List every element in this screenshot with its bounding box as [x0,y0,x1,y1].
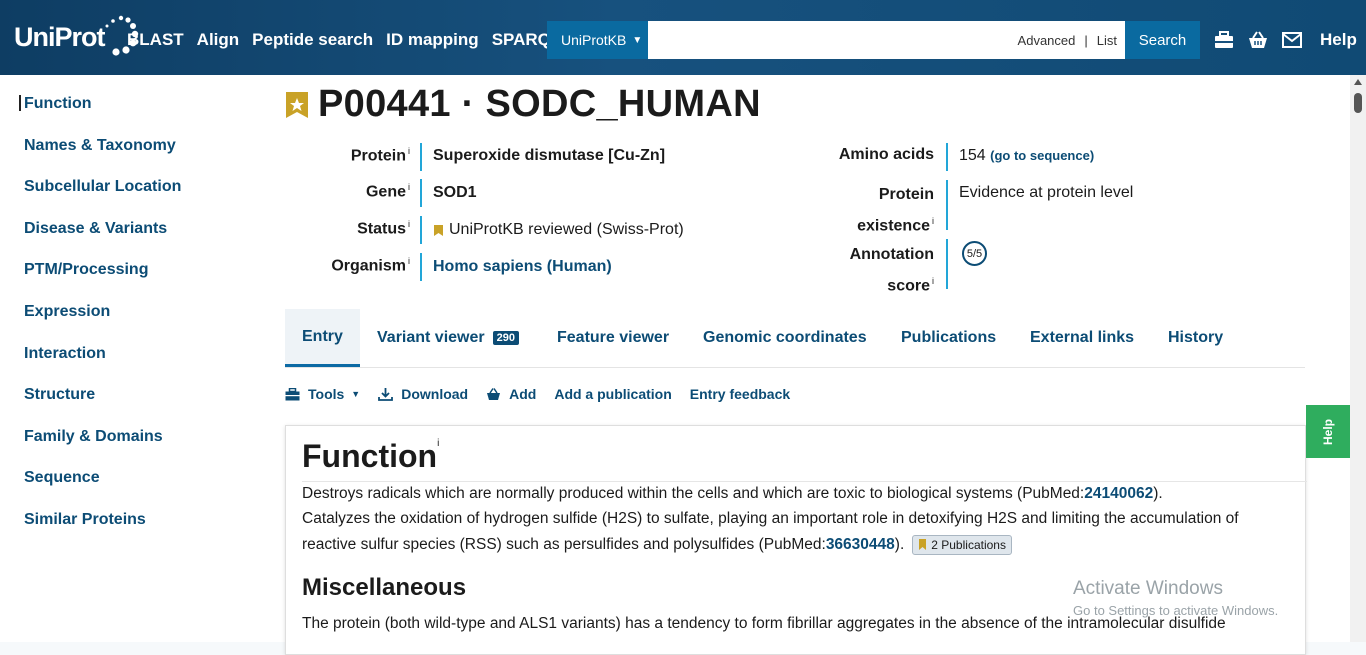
reviewed-icon [434,224,443,236]
search-input-wrapper: Advanced | List [648,21,1125,59]
gene-value: SOD1 [433,184,477,201]
nav-id-mapping[interactable]: ID mapping [386,30,479,50]
protein-existence-value: Evidence at protein level [959,184,1134,201]
status-text: UniProtKB reviewed (Swiss-Prot) [449,221,684,238]
tab-history[interactable]: History [1168,309,1223,367]
organism-label: Organism i [331,256,410,275]
page-title: P00441 · SODC_HUMAN [318,83,761,125]
pubmed-link[interactable]: 36630448 [826,536,895,553]
variant-count-badge: 290 [492,331,519,345]
search-input[interactable] [648,21,1018,59]
miscellaneous-heading: Miscellaneous [302,574,467,601]
sidebar-item-family-domains[interactable]: Family & Domains [24,428,163,446]
sidebar-item-function[interactable]: Function [24,95,92,113]
activate-windows-watermark: Activate Windows Go to Settings to activ… [1073,578,1278,618]
gene-label: Gene i [365,182,410,201]
protein-label: Protein i [350,146,410,165]
function-paragraph-2: Catalyzes the oxidation of hydrogen sulf… [302,510,1239,555]
status-value: UniProtKB reviewed (Swiss-Prot) [433,221,684,239]
header-icons: Help [1214,30,1357,50]
uniprot-logo[interactable]: UniProt [14,14,139,60]
main-nav: BLAST Align Peptide search ID mapping SP… [127,30,574,50]
caret-down-icon: ▼ [351,389,361,399]
pubmed-link[interactable]: 24140062 [1084,485,1153,502]
help-side-tab[interactable]: Help [1306,405,1351,458]
sidebar-item-ptm-processing[interactable]: PTM/Processing [24,261,148,279]
status-label: Status i [357,219,410,238]
info-divider [420,253,422,281]
annotation-score-label: Annotation score i [849,246,934,295]
info-divider [420,216,422,244]
logo-text: UniProt [14,21,105,52]
entry-tabs: Entry Variant viewer 290 Feature viewer … [285,309,1305,368]
nav-align[interactable]: Align [197,30,240,50]
toolbox-icon[interactable] [1214,31,1234,49]
tab-external-links[interactable]: External links [1030,309,1134,367]
list-link[interactable]: List [1097,33,1117,48]
info-divider [946,143,948,171]
protein-value: Superoxide dismutase [Cu-Zn] [433,147,666,164]
sidebar-item-expression[interactable]: Expression [24,303,110,321]
tab-feature-viewer[interactable]: Feature viewer [557,309,669,367]
tab-variant-viewer[interactable]: Variant viewer 290 [377,309,519,367]
tab-variant-label: Variant viewer [377,329,485,346]
nav-blast[interactable]: BLAST [127,30,184,50]
nav-peptide-search[interactable]: Peptide search [252,30,373,50]
help-link[interactable]: Help [1320,30,1357,50]
watermark-line-1: Activate Windows [1073,578,1223,599]
top-header: UniProt BLAST Align Peptide search ID ma… [0,0,1366,75]
go-to-sequence-link[interactable]: (go to sequence) [990,148,1094,163]
sidebar-item-interaction[interactable]: Interaction [24,345,106,363]
separator: | [1084,32,1088,48]
publications-badge[interactable]: 2 Publications [912,534,1012,555]
info-divider [946,180,948,230]
organism-link[interactable]: Homo sapiens (Human) [433,258,612,276]
page-scrollbar[interactable] [1350,75,1366,642]
sidebar-item-structure[interactable]: Structure [24,386,95,404]
protein-existence-label: Protein existence i [857,186,934,235]
sidebar-item-disease-variants[interactable]: Disease & Variants [24,220,167,238]
sidebar-item-sequence[interactable]: Sequence [24,469,100,487]
scroll-thumb[interactable] [1354,93,1362,113]
database-select-label: UniProtKB [561,32,627,48]
entry-toolbar: Tools ▼ Download Add Add a publication E… [285,386,808,402]
basket-icon[interactable] [1248,31,1268,49]
caret-down-icon: ▼ [632,34,643,46]
tab-entry[interactable]: Entry [285,309,360,367]
add-button[interactable]: Add [486,386,536,402]
function-card: Functioni Destroys radicals which are no… [285,425,1307,655]
tab-genomic-coordinates[interactable]: Genomic coordinates [703,309,867,367]
bookmark-icon [919,538,927,550]
amino-acids-label: Amino acids [838,146,934,163]
amino-acids-value: 154 (go to sequence) [959,147,1095,164]
search-bar: UniProtKB ▼ Advanced | List Search [547,21,1200,59]
sidebar-item-names-taxonomy[interactable]: Names & Taxonomy [24,137,176,155]
download-icon [378,388,394,401]
active-marker [19,95,21,111]
database-select[interactable]: UniProtKB ▼ [547,21,648,59]
basket-icon [487,387,501,400]
function-paragraph-1: Destroys radicals which are normally pro… [302,485,1163,502]
entry-feedback-button[interactable]: Entry feedback [690,386,790,402]
entry-title-row: P00441 · SODC_HUMAN [284,83,761,126]
download-button[interactable]: Download [378,386,468,402]
info-divider [420,143,422,171]
info-divider [946,239,948,289]
add-publication-button[interactable]: Add a publication [554,386,671,402]
tools-button[interactable]: Tools ▼ [285,386,360,402]
function-heading: Functioni [302,438,440,474]
watermark-line-2: Go to Settings to activate Windows. [1073,603,1279,618]
annotation-score-badge: 5/5 [962,241,987,266]
mail-icon[interactable] [1282,32,1302,48]
advanced-link[interactable]: Advanced [1018,33,1076,48]
search-button[interactable]: Search [1125,21,1200,59]
toolbox-icon [285,387,300,400]
tab-publications[interactable]: Publications [901,309,996,367]
scroll-up-arrow-icon[interactable] [1354,79,1362,85]
reviewed-star-icon [286,91,308,118]
sidebar-item-similar-proteins[interactable]: Similar Proteins [24,511,146,529]
info-divider [420,179,422,207]
sidebar-item-subcellular-location[interactable]: Subcellular Location [24,178,181,196]
